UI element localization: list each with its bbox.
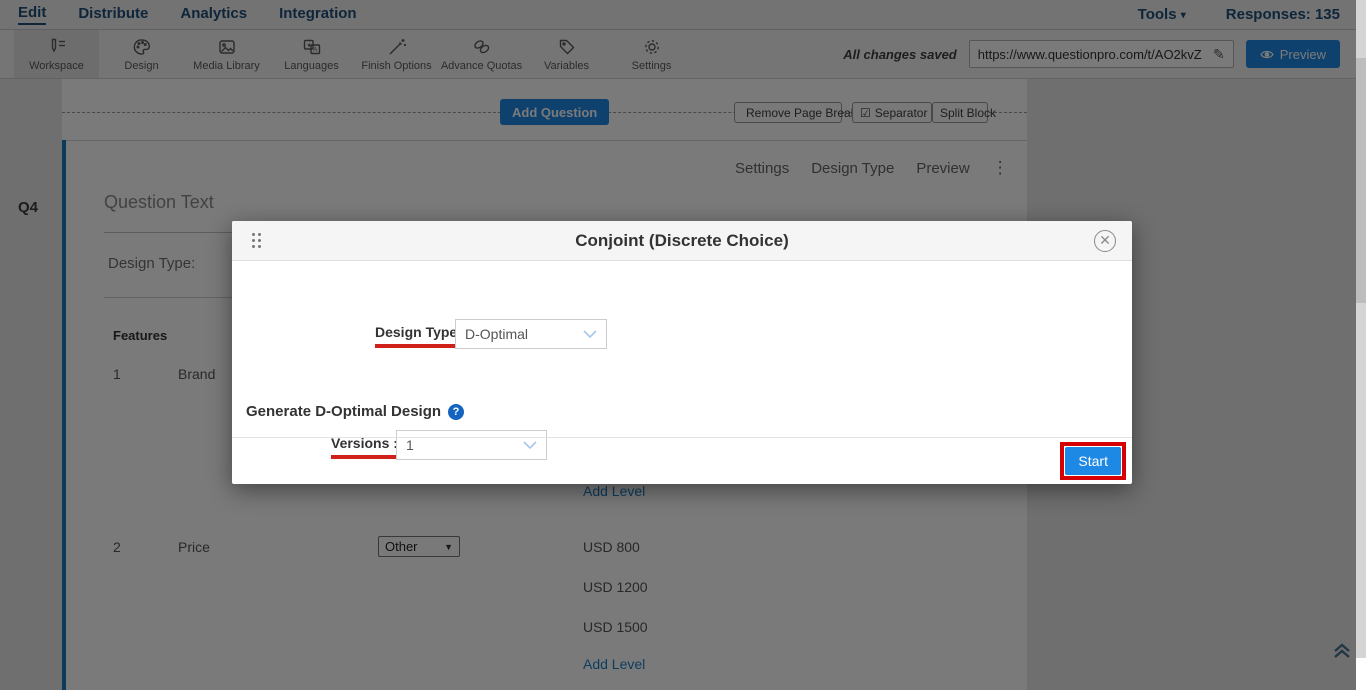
modal-header: Conjoint (Discrete Choice) ✕ xyxy=(232,221,1132,261)
chevron-down-icon xyxy=(583,330,597,338)
generate-design-heading: Generate D-Optimal Design ? xyxy=(246,403,464,420)
scrollbar-thumb[interactable] xyxy=(1356,58,1366,303)
modal-design-type-label: Design Type xyxy=(375,324,457,348)
start-button-highlight: Start xyxy=(1060,442,1126,480)
modal-footer: Start xyxy=(232,437,1132,484)
close-icon[interactable]: ✕ xyxy=(1094,230,1116,252)
scrollbar-corner xyxy=(1356,658,1366,690)
design-type-dropdown[interactable]: D-Optimal xyxy=(455,319,607,349)
modal-body: Design Type D-Optimal Generate D-Optimal… xyxy=(232,261,1132,437)
start-button[interactable]: Start xyxy=(1065,447,1121,475)
help-icon[interactable]: ? xyxy=(448,404,464,420)
conjoint-modal: Conjoint (Discrete Choice) ✕ Design Type… xyxy=(232,221,1132,484)
vertical-scrollbar[interactable] xyxy=(1356,0,1366,690)
modal-title: Conjoint (Discrete Choice) xyxy=(232,231,1132,251)
